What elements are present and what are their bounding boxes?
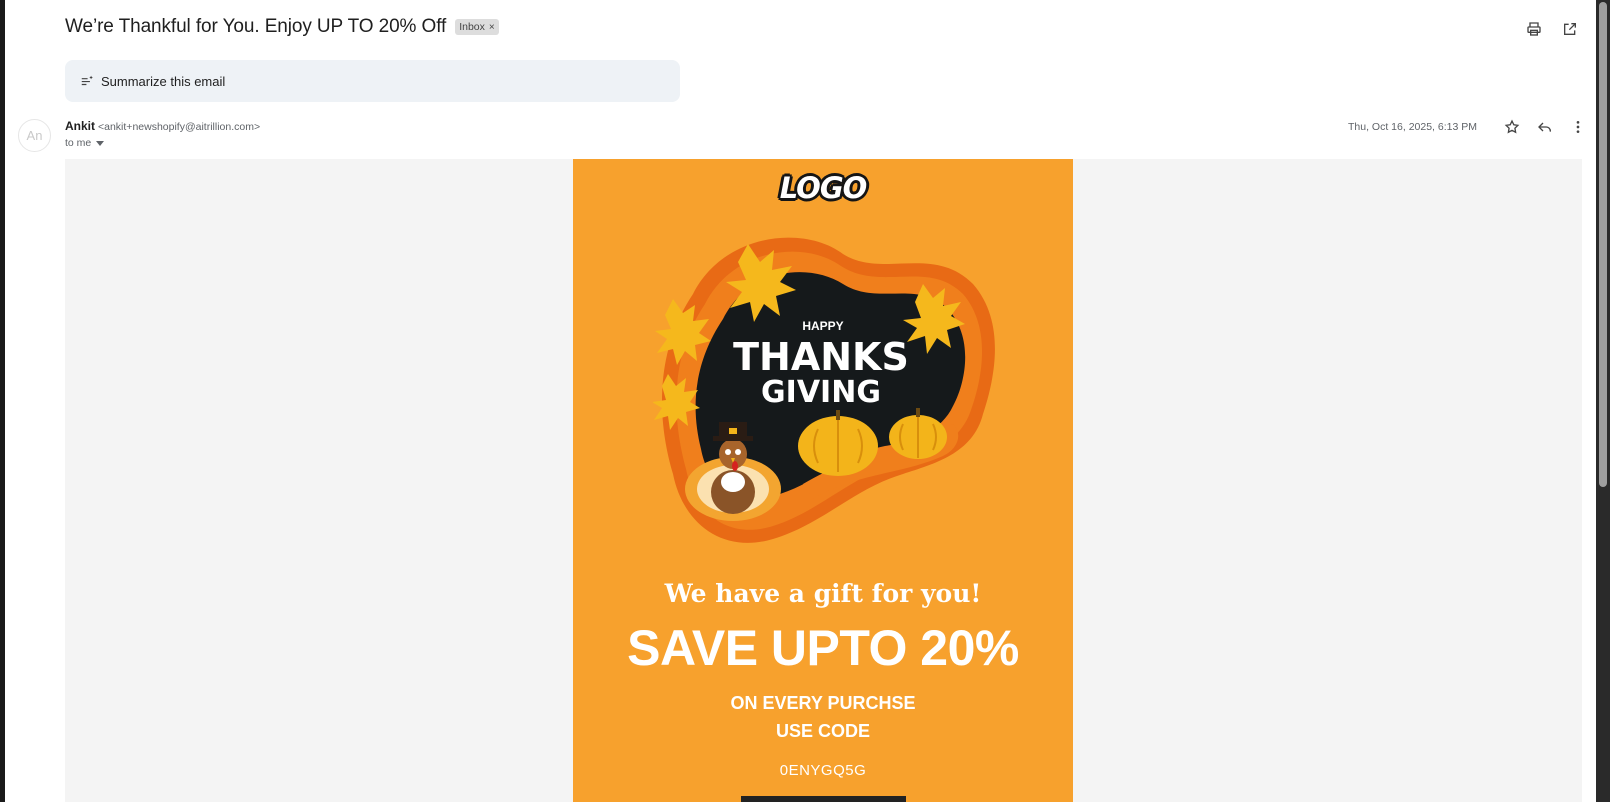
printer-icon[interactable] (1524, 19, 1544, 39)
reply-icon[interactable] (1535, 117, 1555, 137)
subject-row: We’re Thankful for You. Enjoy UP TO 20% … (65, 16, 499, 38)
email-date: Thu, Oct 16, 2025, 6:13 PM (1348, 121, 1477, 133)
more-vertical-icon[interactable] (1568, 117, 1588, 137)
open-new-window-icon[interactable] (1560, 19, 1580, 39)
every-purchase-text: ON EVERY PURCHSE (730, 693, 916, 713)
sender-email: <ankit+newshopify@aitrillion.com> (98, 121, 261, 133)
sender-name[interactable]: Ankit (65, 119, 95, 133)
inbox-label-chip[interactable]: Inbox × (455, 19, 499, 35)
message-actions: Thu, Oct 16, 2025, 6:13 PM (1348, 117, 1588, 137)
top-actions (1524, 19, 1580, 39)
star-icon[interactable] (1502, 117, 1522, 137)
hero-happy-text: HAPPY (802, 319, 843, 333)
logo-text: LOGO (779, 171, 868, 205)
avatar-initials: An (26, 128, 43, 143)
discount-code[interactable]: 0ENYGQ5G (573, 762, 1073, 779)
brand-logo[interactable]: LOGO (573, 171, 1073, 205)
remove-label-icon[interactable]: × (489, 22, 495, 33)
gift-heading: We have a gift for you! (664, 579, 982, 608)
window-left-edge (0, 0, 5, 802)
summarize-sparkle-icon (81, 75, 93, 86)
email-subject: We’re Thankful for You. Enjoy UP TO 20% … (65, 16, 447, 37)
scrollbar[interactable] (1596, 0, 1610, 802)
summarize-label: Summarize this email (101, 73, 226, 89)
label-chip-text: Inbox (459, 21, 485, 33)
thanksgiving-hero-image: HAPPY THANKS GIVING (653, 237, 995, 543)
save-headline: SAVE UPTO 20% (627, 620, 1019, 676)
summarize-email-button[interactable]: Summarize this email (65, 60, 680, 102)
avatar[interactable]: An (18, 119, 51, 152)
email-body: LOGO HAPPY THANKS GIVING We have a gift … (65, 159, 1582, 802)
scrollbar-thumb[interactable] (1599, 2, 1607, 487)
hero-giving-text: GIVING (761, 375, 881, 410)
hero-thanks-text: THANKS (733, 335, 909, 379)
shop-now-button[interactable] (741, 796, 906, 802)
recipient-dropdown[interactable]: to me (65, 137, 105, 149)
recipient-label: to me (65, 137, 92, 149)
use-code-text: USE CODE (775, 721, 871, 741)
promo-card: LOGO HAPPY THANKS GIVING We have a gift … (573, 159, 1073, 802)
sender-line: Ankit <ankit+newshopify@aitrillion.com> (65, 119, 260, 133)
chevron-down-icon (96, 140, 105, 146)
